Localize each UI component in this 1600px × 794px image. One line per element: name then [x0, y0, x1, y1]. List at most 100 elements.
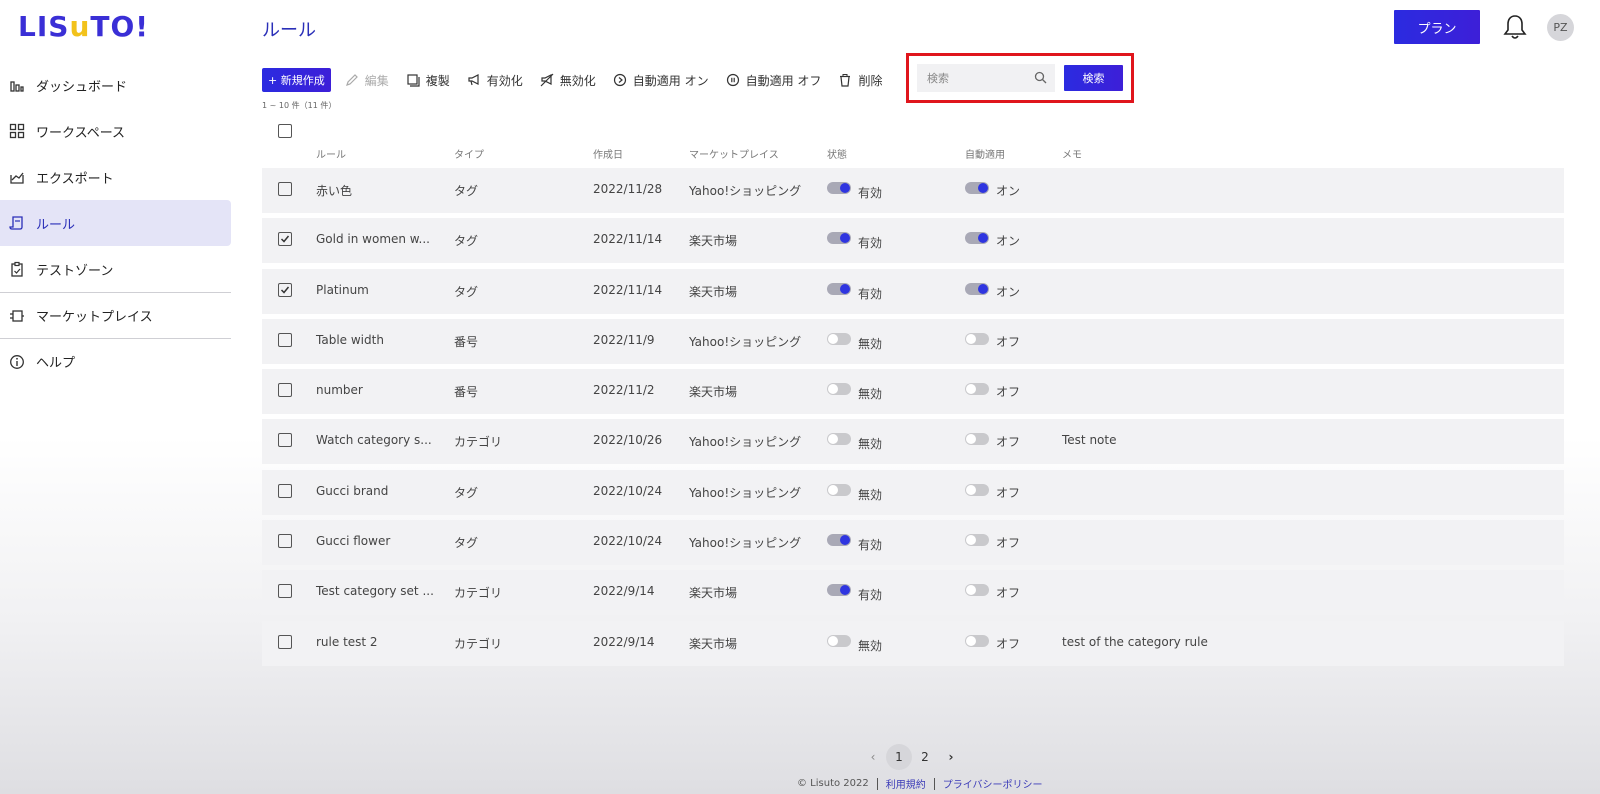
sidebar-item-help[interactable]: ヘルプ [0, 338, 231, 384]
auto-apply-off-button[interactable]: 自動適用 オフ [726, 72, 821, 89]
state-label: 有効 [858, 186, 883, 200]
row-checkbox[interactable] [278, 383, 292, 398]
row-checkbox[interactable] [278, 534, 292, 549]
state-toggle[interactable] [827, 182, 851, 194]
privacy-link[interactable]: プライバシーポリシー [943, 776, 1043, 791]
state-toggle[interactable] [827, 534, 851, 547]
created-date: 2022/9/14 [593, 634, 655, 649]
row-checkbox[interactable] [278, 182, 292, 196]
search-button[interactable]: 検索 [1064, 65, 1123, 91]
auto-apply-toggle[interactable] [965, 182, 989, 194]
row-checkbox[interactable] [278, 282, 292, 297]
search-input[interactable]: 検索 [917, 64, 1055, 92]
sidebar-item-rules[interactable]: ルール [0, 200, 231, 246]
created-date: 2022/11/14 [593, 282, 663, 297]
bell-icon[interactable] [1502, 13, 1528, 41]
column-header-memo[interactable]: メモ [1062, 146, 1082, 161]
auto-apply-toggle[interactable] [965, 433, 989, 446]
duplicate-button[interactable]: 複製 [406, 72, 450, 89]
auto-apply-on-button[interactable]: 自動適用 オン [613, 72, 709, 89]
table-row[interactable]: number 番号 2022/11/2 楽天市場 無効 オフ [262, 369, 1564, 415]
sidebar-item-workspace[interactable]: ワークスペース [0, 108, 231, 154]
auto-apply-toggle[interactable] [965, 332, 989, 345]
lisuto-logo[interactable]: LISuTO! [18, 10, 149, 43]
marketplace: Yahoo!ショッピング [689, 485, 802, 500]
toggle-knob [840, 585, 850, 596]
table-row[interactable]: Watch category s... カテゴリ 2022/10/26 Yahoo!シ… [262, 419, 1564, 465]
table-row[interactable]: rule test 2 カテゴリ 2022/9/14 楽天市場 test of the … [262, 620, 1564, 666]
auto-apply-toggle[interactable] [965, 584, 989, 597]
auto-apply-toggle[interactable] [965, 534, 989, 547]
sidebar: ダッシュボード ワークスペース エクスポート ルール テストゾーン マーケットプ… [0, 62, 231, 384]
page-1-button[interactable]: 1 [886, 744, 912, 770]
state-toggle[interactable] [827, 483, 851, 496]
state-toggle[interactable] [827, 282, 851, 295]
state-toggle[interactable] [827, 332, 851, 345]
marketplace: 楽天市場 [689, 586, 738, 601]
page-2-button[interactable]: 2 [912, 744, 938, 770]
sidebar-item-dashboard[interactable]: ダッシュボード [0, 62, 231, 108]
marketplace: 楽天市場 [689, 636, 738, 651]
column-header-type[interactable]: タイプ [454, 146, 484, 161]
column-header-auto-apply[interactable]: 自動適用 [965, 146, 1005, 161]
column-header-state[interactable]: 状態 [827, 146, 847, 161]
row-checkbox[interactable] [278, 332, 292, 347]
next-page-button[interactable]: › [938, 744, 964, 770]
auto-apply-toggle[interactable] [965, 232, 989, 245]
auto-apply-label: オン [996, 184, 1021, 198]
auto-apply-toggle[interactable] [965, 282, 989, 295]
new-rule-button[interactable]: + 新規作成 [262, 68, 331, 92]
row-checkbox[interactable] [278, 232, 292, 247]
pencil-icon [345, 74, 358, 86]
rule-type: 番号 [454, 385, 479, 400]
table-row[interactable]: Gold in women w... タグ 2022/11/14 楽天市場 有効 オン [262, 218, 1564, 264]
rule-name: Platinum [316, 282, 369, 297]
terms-link[interactable]: 利用規約 [886, 776, 926, 791]
rule-type: タグ [454, 536, 479, 551]
row-checkbox[interactable] [278, 634, 292, 649]
disable-button[interactable]: 無効化 [540, 72, 596, 89]
table-row[interactable]: Gucci flower タグ 2022/10/24 Yahoo!ショッピング 有効 オフ [262, 520, 1564, 566]
state-toggle[interactable] [827, 433, 851, 446]
plan-button[interactable]: プラン [1394, 10, 1480, 44]
enable-button[interactable]: 有効化 [467, 72, 523, 89]
state-toggle[interactable] [827, 584, 851, 597]
sidebar-item-label: ダッシュボード [36, 79, 128, 95]
toggle-knob [966, 434, 976, 445]
sidebar-item-testzone[interactable]: テストゾーン [0, 246, 231, 292]
rule-name: rule test 2 [316, 634, 378, 649]
created-date: 2022/10/24 [593, 483, 663, 498]
bar-chart-icon [8, 76, 26, 94]
table-row[interactable]: Table width 番号 2022/11/9 Yahoo!ショッピング 無効 オフ [262, 318, 1564, 364]
auto-apply-toggle[interactable] [965, 634, 989, 647]
sidebar-item-export[interactable]: エクスポート [0, 154, 231, 200]
table-row[interactable]: Platinum タグ 2022/11/14 楽天市場 有効 オン [262, 268, 1564, 314]
rule-type: タグ [454, 284, 479, 299]
table-row[interactable]: Test category set ... カテゴリ 2022/9/14 楽天市場 有効… [262, 570, 1564, 616]
select-all-checkbox[interactable] [278, 124, 292, 138]
sidebar-item-marketplace[interactable]: マーケットプレイス [0, 292, 231, 338]
row-checkbox[interactable] [278, 584, 292, 599]
auto-apply-toggle[interactable] [965, 483, 989, 496]
toggle-knob [978, 233, 988, 244]
column-header-marketplace[interactable]: マーケットプレイス [689, 146, 779, 161]
marketplace: 楽天市場 [689, 385, 738, 400]
state-toggle[interactable] [827, 634, 851, 647]
prev-page-button[interactable]: ‹ [860, 744, 886, 770]
created-date: 2022/11/28 [593, 182, 663, 196]
row-checkbox[interactable] [278, 433, 292, 448]
row-checkbox[interactable] [278, 483, 292, 498]
table-row[interactable]: 赤い色 タグ 2022/11/28 Yahoo!ショッピング 有効 オン [262, 168, 1564, 213]
megaphone-off-icon [540, 73, 554, 87]
rule-icon [8, 214, 26, 232]
column-header-date[interactable]: 作成日 [593, 146, 623, 161]
sidebar-item-label: テストゾーン [36, 263, 114, 279]
table-row[interactable]: Gucci brand タグ 2022/10/24 Yahoo!ショッピング 無効 オフ [262, 469, 1564, 515]
state-toggle[interactable] [827, 383, 851, 396]
edit-button[interactable]: 編集 [345, 72, 389, 89]
state-toggle[interactable] [827, 232, 851, 245]
delete-button[interactable]: 削除 [838, 72, 882, 89]
avatar[interactable]: PZ [1547, 14, 1574, 41]
column-header-rule[interactable]: ルール [316, 146, 346, 161]
auto-apply-toggle[interactable] [965, 383, 989, 396]
